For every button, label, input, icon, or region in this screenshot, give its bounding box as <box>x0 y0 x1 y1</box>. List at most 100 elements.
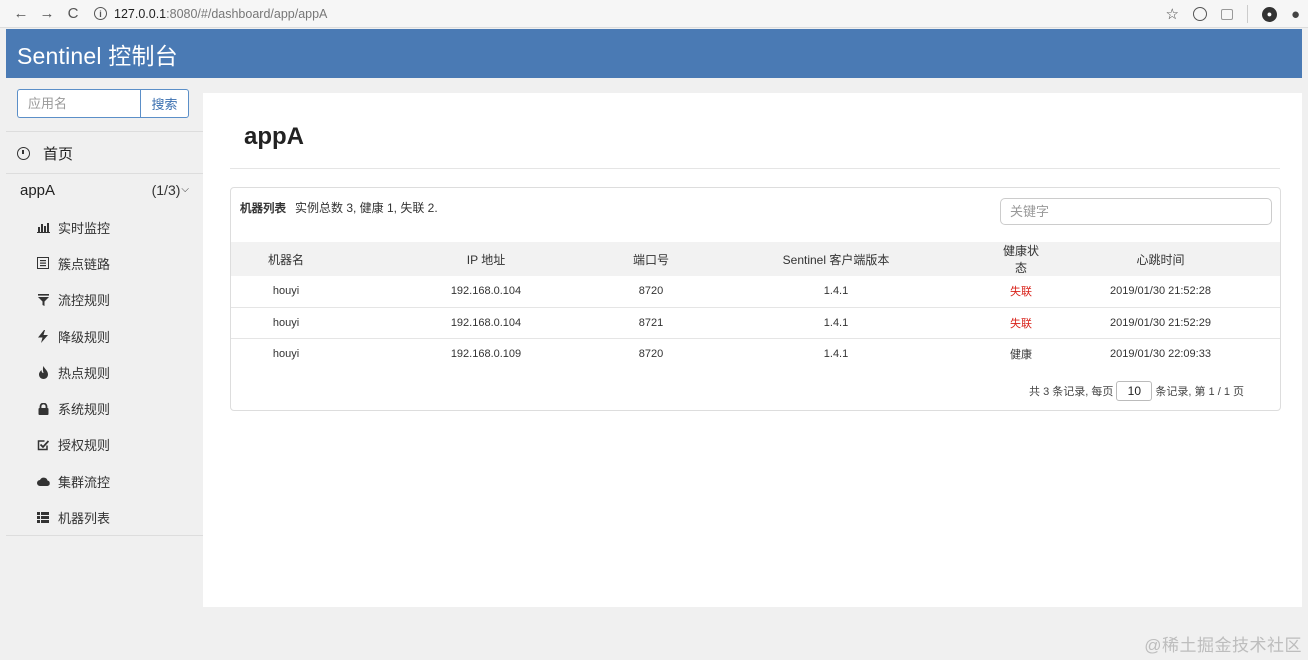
lock-icon <box>36 402 50 416</box>
dashboard-icon <box>17 146 30 160</box>
column-header[interactable]: 端口号 <box>631 242 671 276</box>
cell-version: 1.4.1 <box>823 285 849 298</box>
cell-ip: 192.168.0.104 <box>450 285 522 298</box>
divider <box>6 131 203 132</box>
check-square-icon <box>36 438 50 452</box>
back-icon[interactable]: ← <box>10 3 32 25</box>
sidebar-item-home[interactable]: 首页 <box>6 135 203 171</box>
sidebar-item-system[interactable]: 系统规则 <box>6 390 203 426</box>
app-search: 搜索 <box>17 89 189 118</box>
sidebar-item-degrade[interactable]: 降级规则 <box>6 318 203 354</box>
cell-status: 失联 <box>1010 286 1032 299</box>
cell-ip: 192.168.0.109 <box>450 347 522 360</box>
menu-label: 系统规则 <box>58 402 111 418</box>
app-name: appA <box>20 181 56 199</box>
table-header-row: 机器名 IP 地址 端口号 Sentinel 客户端版本 健康状态 心跳时间 <box>231 242 1280 276</box>
menu-label: 集群流控 <box>58 474 111 490</box>
column-header[interactable]: 机器名 <box>231 242 341 276</box>
forward-icon[interactable]: → <box>36 3 58 25</box>
search-button[interactable]: 搜索 <box>140 89 189 118</box>
instance-summary: 实例总数 3, 健康 1, 失联 2. <box>295 201 438 215</box>
machine-list-panel: 机器列表 实例总数 3, 健康 1, 失联 2. 机器名 IP 地址 端口号 S… <box>230 187 1281 411</box>
sidebar: 搜索 首页 appA (1/3)⌵ 实时监控 簇点链路 流控规则 <box>6 78 203 660</box>
main-content: appA 机器列表 实例总数 3, 健康 1, 失联 2. 机器名 IP 地址 … <box>203 93 1302 607</box>
menu-label: 授权规则 <box>58 438 111 454</box>
cell-heartbeat: 2019/01/30 21:52:28 <box>1110 285 1211 298</box>
cell-hostname: houyi <box>272 347 300 360</box>
chevron-down-icon: ⌵ <box>181 184 189 195</box>
title-divider <box>230 168 1280 169</box>
divider <box>6 535 203 536</box>
divider <box>6 173 203 174</box>
list-box-icon <box>36 256 50 270</box>
sidebar-item-identity[interactable]: 簇点链路 <box>6 245 203 281</box>
menu-label: 机器列表 <box>58 511 111 527</box>
page-title: appA <box>244 123 304 150</box>
flash-icon <box>36 329 50 343</box>
sidebar-item-cluster[interactable]: 集群流控 <box>6 463 203 499</box>
url-host: 127.0.0.1 <box>114 6 167 21</box>
cell-port: 8720 <box>638 285 664 298</box>
cell-status: 失联 <box>1010 317 1032 330</box>
column-header[interactable]: IP 地址 <box>341 242 631 276</box>
column-header[interactable]: 心跳时间 <box>1041 242 1280 276</box>
menu-label: 流控规则 <box>58 293 111 309</box>
menu-icon[interactable]: ● <box>1291 6 1300 23</box>
app-menu: 实时监控 簇点链路 流控规则 降级规则 热点规则 系统规则 授权规则 集群流控 … <box>6 209 203 536</box>
cell-port: 8720 <box>638 347 664 360</box>
cell-hostname: houyi <box>272 285 300 298</box>
cell-heartbeat: 2019/01/30 21:52:29 <box>1110 316 1211 329</box>
sidebar-item-flow[interactable]: 流控规则 <box>6 282 203 318</box>
extension-icon[interactable] <box>1192 7 1207 21</box>
app-count: (1/3)⌵ <box>151 182 189 198</box>
reader-icon[interactable] <box>1220 8 1233 20</box>
table-row: houyi 192.168.0.104 8721 1.4.1 失联 2019/0… <box>231 307 1280 338</box>
pagination: 共 3 条记录, 每页 条记录, 第 1 / 1 页 <box>1029 381 1244 401</box>
info-icon[interactable]: i <box>94 7 107 20</box>
address-bar[interactable]: i 127.0.0.1:8080/#/dashboard/app/appA <box>94 7 327 21</box>
cell-ip: 192.168.0.104 <box>450 316 522 329</box>
table-row: houyi 192.168.0.104 8720 1.4.1 失联 2019/0… <box>231 276 1280 307</box>
keyword-search-input[interactable] <box>1000 198 1272 225</box>
cell-status: 健康 <box>1010 348 1032 361</box>
account-icon[interactable]: ● <box>1261 6 1277 22</box>
menu-label: 簇点链路 <box>58 256 111 272</box>
sidebar-app-toggle[interactable]: appA (1/3)⌵ <box>6 175 203 205</box>
sidebar-item-param-flow[interactable]: 热点规则 <box>6 354 203 390</box>
panel-header: 机器列表 实例总数 3, 健康 1, 失联 2. <box>240 199 438 216</box>
sidebar-item-machines[interactable]: 机器列表 <box>6 499 203 535</box>
cell-hostname: houyi <box>272 316 300 329</box>
browser-actions: ☆ ● ● <box>1165 0 1300 28</box>
pager-prefix: 共 3 条记录, 每页 <box>1029 386 1114 398</box>
sidebar-item-metric[interactable]: 实时监控 <box>6 209 203 245</box>
fire-icon <box>36 365 50 379</box>
url-path: :8080/#/dashboard/app/appA <box>166 6 328 21</box>
column-header[interactable]: Sentinel 客户端版本 <box>671 242 1001 276</box>
cell-version: 1.4.1 <box>823 347 849 360</box>
home-label: 首页 <box>43 145 74 163</box>
column-header[interactable]: 健康状态 <box>1001 242 1041 276</box>
menu-label: 热点规则 <box>58 365 111 381</box>
menu-label: 降级规则 <box>58 329 111 345</box>
panel-title: 机器列表 <box>240 203 286 215</box>
star-icon[interactable]: ☆ <box>1165 5 1178 23</box>
watermark: @稀土掘金技术社区 <box>1144 636 1302 655</box>
app-search-input[interactable] <box>17 89 140 118</box>
app-header: Sentinel 控制台 <box>6 29 1302 78</box>
cloud-icon <box>36 474 50 488</box>
app-title[interactable]: Sentinel 控制台 <box>6 37 178 71</box>
cell-heartbeat: 2019/01/30 22:09:33 <box>1110 347 1211 360</box>
machine-table: 机器名 IP 地址 端口号 Sentinel 客户端版本 健康状态 心跳时间 h… <box>231 242 1280 369</box>
browser-toolbar: ← → C i 127.0.0.1:8080/#/dashboard/app/a… <box>0 0 1308 28</box>
table-row: houyi 192.168.0.109 8720 1.4.1 健康 2019/0… <box>231 338 1280 369</box>
pager-suffix: 条记录, 第 1 / 1 页 <box>1155 386 1244 398</box>
cell-port: 8721 <box>638 316 664 329</box>
menu-label: 实时监控 <box>58 220 111 236</box>
bar-chart-icon <box>36 220 50 234</box>
th-list-icon <box>36 511 50 525</box>
reload-icon[interactable]: C <box>62 3 84 25</box>
sidebar-item-authority[interactable]: 授权规则 <box>6 427 203 463</box>
page-size-input[interactable] <box>1116 381 1153 401</box>
cell-version: 1.4.1 <box>823 316 849 329</box>
filter-icon <box>36 293 50 307</box>
